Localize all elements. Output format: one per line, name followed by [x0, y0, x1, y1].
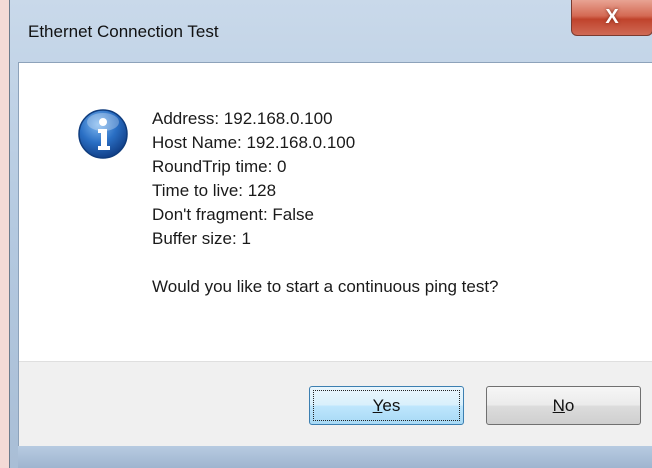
dialog-window: Ethernet Connection Test X Address: 192.…	[9, 0, 652, 468]
window-title: Ethernet Connection Test	[28, 22, 219, 41]
no-button[interactable]: No	[486, 386, 641, 425]
close-button[interactable]: X	[571, 0, 652, 36]
no-label-rest: o	[564, 395, 575, 415]
ttl-line: Time to live: 128	[152, 181, 277, 200]
button-bar: Yes No	[19, 361, 652, 446]
no-label: No	[553, 396, 575, 416]
info-icon	[78, 109, 128, 159]
host-name-line: Host Name: 192.168.0.100	[152, 133, 356, 152]
address-line: Address: 192.168.0.100	[152, 109, 333, 128]
focus-rectangle	[313, 390, 460, 421]
dont-fragment-line: Don't fragment: False	[152, 205, 314, 224]
yes-button[interactable]: Yes	[309, 386, 464, 425]
question-text: Would you like to start a continuous pin…	[152, 277, 499, 296]
close-icon: X	[605, 6, 619, 28]
message-text: Address: 192.168.0.100 Host Name: 192.16…	[152, 107, 499, 299]
dialog-content: Address: 192.168.0.100 Host Name: 192.16…	[18, 62, 652, 446]
roundtrip-line: RoundTrip time: 0	[152, 157, 287, 176]
no-mnemonic: N	[552, 395, 565, 415]
title-bar[interactable]: Ethernet Connection Test X	[10, 0, 652, 60]
buffer-size-line: Buffer size: 1	[152, 229, 251, 248]
window-bottom-border	[18, 446, 652, 468]
